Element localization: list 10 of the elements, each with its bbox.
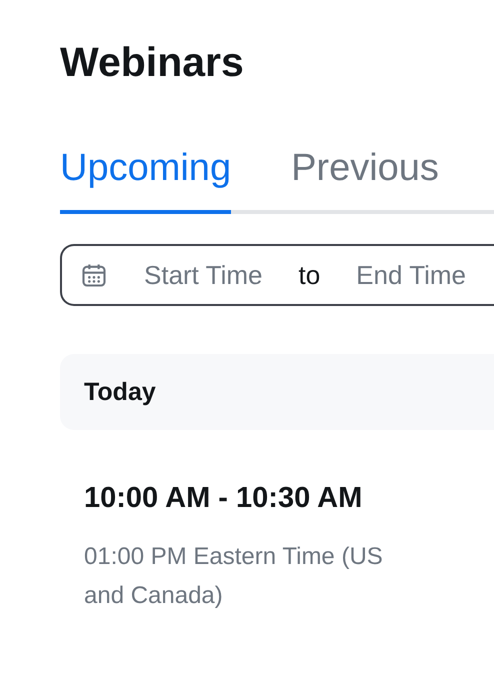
local-time: 01:00 PM Eastern Time (US and Canada) (84, 542, 384, 611)
page-title: Webinars (60, 38, 245, 87)
tab[interactable]: Previous (291, 146, 439, 214)
section-heading: Today (84, 378, 156, 406)
range-separator: to (298, 260, 320, 290)
end-time-placeholder: End Time (356, 260, 466, 290)
tab[interactable]: Upcoming (60, 146, 232, 214)
webinar-time: 10:00 AM - 10:30 AM (84, 482, 364, 515)
date-range-field[interactable]: Start Time to End Time (60, 244, 494, 306)
start-time-placeholder: Start Time (144, 260, 262, 290)
